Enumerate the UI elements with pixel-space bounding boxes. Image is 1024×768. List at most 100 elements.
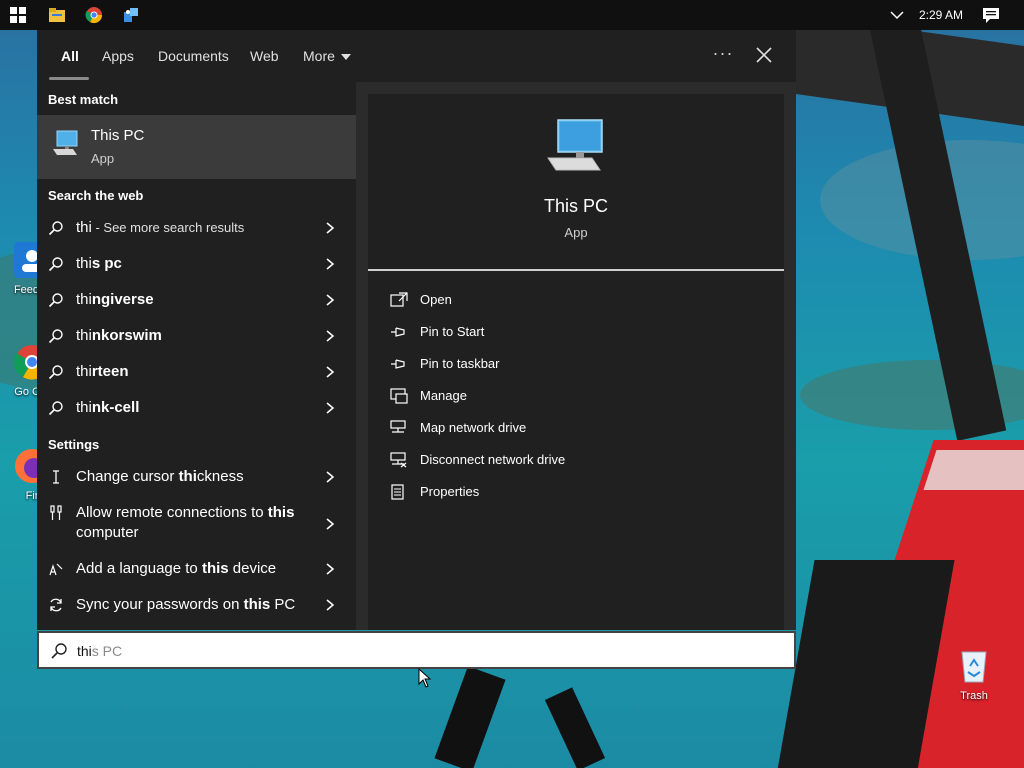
tab-web[interactable]: Web [250, 48, 279, 64]
settings-result-cursor[interactable]: Change cursor thickness [37, 459, 356, 495]
search-icon [48, 293, 63, 308]
result-text-pre: Sync your passwords on [76, 596, 244, 613]
completion-text: rteen [91, 363, 129, 380]
search-typed-text: thi [77, 643, 92, 659]
settings-result-sync[interactable]: Sync your passwords on this PC [37, 587, 356, 623]
query-prefix: thi [76, 291, 92, 308]
search-autocomplete: s PC [91, 643, 123, 659]
result-text-post: computer [76, 524, 139, 541]
properties-icon [391, 484, 404, 500]
chevron-right-icon [326, 258, 335, 270]
action-label: Map network drive [420, 420, 527, 435]
result-text-post: ckness [196, 468, 244, 485]
search-icon [51, 643, 67, 659]
query-prefix: thi [76, 363, 92, 380]
chevron-right-icon [326, 294, 335, 306]
notification-icon[interactable] [980, 4, 1002, 26]
language-icon [49, 563, 63, 576]
more-options-icon[interactable]: ··· [711, 42, 735, 66]
this-pc-icon [53, 130, 78, 155]
taskbar-clock[interactable]: 2:29 AM [916, 8, 966, 22]
app-icon[interactable] [120, 4, 142, 26]
search-query: this PC [77, 643, 122, 659]
chevron-right-icon [326, 599, 335, 611]
result-text-match: this [267, 504, 295, 521]
web-result-item[interactable]: thirteen [37, 354, 356, 390]
result-text-pre: Add a language to [76, 560, 202, 577]
windows-start-icon[interactable] [7, 4, 29, 26]
action-label: Disconnect network drive [420, 452, 566, 467]
settings-result-language[interactable]: Add a language to this device [37, 551, 356, 587]
file-explorer-icon[interactable] [46, 4, 68, 26]
action-label: Pin to taskbar [420, 356, 500, 371]
pin-icon [391, 359, 405, 369]
web-result-text: think-cell [76, 399, 139, 416]
chevron-right-icon [326, 518, 335, 530]
close-icon[interactable] [753, 44, 775, 66]
tab-all[interactable]: All [61, 48, 79, 64]
network-drive-icon [390, 420, 406, 433]
settings-result-text: Sync your passwords on this PC [76, 596, 295, 613]
best-match-item[interactable]: This PC App [37, 115, 356, 179]
settings-result-text: Change cursor thickness [76, 468, 244, 485]
search-input[interactable]: this PC [37, 631, 796, 669]
web-result-see-more[interactable]: thi - See more search results [37, 210, 356, 246]
chevron-right-icon [326, 222, 335, 234]
see-more-label: - See more search results [91, 220, 245, 235]
chevron-right-icon [326, 402, 335, 414]
action-disconnect-network-drive[interactable]: Disconnect network drive [390, 448, 770, 472]
web-result-item[interactable]: this pc [37, 246, 356, 282]
remote-icon [50, 505, 62, 520]
detail-pane: This PC App Open Pin to Start Pin to tas… [368, 94, 784, 630]
action-manage[interactable]: Manage [390, 384, 770, 408]
this-pc-icon [547, 119, 603, 171]
best-match-subtitle: App [91, 151, 115, 166]
search-icon [48, 365, 63, 380]
divider [368, 269, 784, 271]
chevron-right-icon [326, 366, 335, 378]
web-result-item[interactable]: think-cell [37, 390, 356, 426]
manage-icon [390, 388, 408, 404]
web-result-text: thi - See more search results [76, 219, 244, 236]
action-map-network-drive[interactable]: Map network drive [390, 416, 770, 440]
chevron-right-icon [326, 330, 335, 342]
action-properties[interactable]: Properties [390, 480, 770, 504]
web-result-item[interactable]: thingiverse [37, 282, 356, 318]
tab-apps[interactable]: Apps [102, 48, 134, 64]
tab-documents[interactable]: Documents [158, 48, 229, 64]
chevron-right-icon [326, 471, 335, 483]
query-prefix: thi [76, 219, 92, 236]
results-list: Best match This PC App Search the web th… [37, 82, 356, 630]
desktop-icon-trash[interactable]: Trash [942, 646, 1006, 702]
web-result-text: thingiverse [76, 291, 154, 308]
web-result-item[interactable]: thinkorswim [37, 318, 356, 354]
pin-icon [391, 327, 405, 337]
action-open[interactable]: Open [390, 288, 770, 312]
chrome-icon[interactable] [83, 4, 105, 26]
chevron-down-icon[interactable] [888, 6, 906, 24]
action-pin-to-taskbar[interactable]: Pin to taskbar [390, 352, 770, 376]
tab-more[interactable]: More [303, 48, 351, 64]
trash-icon [954, 646, 994, 686]
settings-result-remote[interactable]: Allow remote connections to this compute… [37, 495, 356, 551]
sync-icon [50, 598, 62, 612]
caret-down-icon [340, 54, 351, 61]
action-label: Pin to Start [420, 324, 485, 339]
mouse-cursor-icon [418, 668, 432, 688]
action-label: Manage [420, 388, 467, 403]
settings-result-text: Add a language to this device [76, 560, 276, 577]
action-pin-to-start[interactable]: Pin to Start [390, 320, 770, 344]
desktop-icon-label: Trash [960, 690, 988, 702]
query-prefix: thi [76, 327, 92, 344]
completion-text: nk-cell [91, 399, 140, 416]
taskbar: 2:29 AM [0, 0, 1024, 30]
web-result-text: this pc [76, 255, 122, 272]
section-settings: Settings [48, 437, 100, 452]
chevron-right-icon [326, 563, 335, 575]
completion-text: s pc [91, 255, 122, 272]
result-text-pre: Allow remote connections to [76, 504, 268, 521]
detail-title: This PC [543, 196, 608, 216]
detail-subtitle: App [564, 225, 588, 240]
result-text-pre: Change cursor [76, 468, 179, 485]
search-icon [48, 329, 63, 344]
